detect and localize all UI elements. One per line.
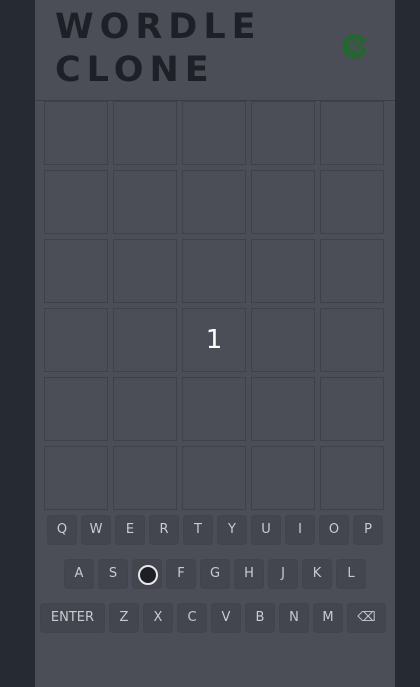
key-w[interactable]: W xyxy=(81,515,111,545)
board-tile xyxy=(44,101,108,165)
reload-icon xyxy=(342,34,366,59)
reload-button[interactable] xyxy=(337,30,371,64)
board-tile xyxy=(320,170,384,234)
game-board: 1 xyxy=(44,101,386,511)
key-h[interactable]: H xyxy=(234,559,264,589)
board-tile xyxy=(113,101,177,165)
title-line-1: WORDLE xyxy=(55,7,262,47)
board-tile xyxy=(182,239,246,303)
game-app: WORDLE CLONE 1 QWERTYUIOPASDFGHJKLENTERZ… xyxy=(35,0,395,687)
header: WORDLE CLONE xyxy=(35,0,395,101)
board-tile xyxy=(251,101,315,165)
board-tile xyxy=(182,446,246,510)
key-r[interactable]: R xyxy=(149,515,179,545)
board-tile xyxy=(320,101,384,165)
board-tile xyxy=(182,170,246,234)
board-tile xyxy=(251,377,315,441)
key-y[interactable]: Y xyxy=(217,515,247,545)
key-v[interactable]: V xyxy=(211,603,241,633)
key-i[interactable]: I xyxy=(285,515,315,545)
key-j[interactable]: J xyxy=(268,559,298,589)
board-tile xyxy=(251,446,315,510)
board-row xyxy=(44,170,386,234)
board-tile: 1 xyxy=(182,308,246,372)
board-tile xyxy=(320,377,384,441)
key-b[interactable]: B xyxy=(245,603,275,633)
board-tile xyxy=(44,239,108,303)
key-e[interactable]: E xyxy=(115,515,145,545)
backspace-key[interactable]: ⌫ xyxy=(347,603,386,633)
board-tile xyxy=(320,446,384,510)
board-tile xyxy=(44,308,108,372)
key-a[interactable]: A xyxy=(64,559,94,589)
board-tile xyxy=(113,170,177,234)
board-row xyxy=(44,377,386,441)
board-tile xyxy=(251,239,315,303)
key-z[interactable]: Z xyxy=(109,603,139,633)
board-row xyxy=(44,239,386,303)
board-tile xyxy=(113,446,177,510)
key-x[interactable]: X xyxy=(143,603,173,633)
key-n[interactable]: N xyxy=(279,603,309,633)
key-k[interactable]: K xyxy=(302,559,332,589)
board-tile xyxy=(44,170,108,234)
key-o[interactable]: O xyxy=(319,515,349,545)
key-m[interactable]: M xyxy=(313,603,343,633)
enter-key[interactable]: ENTER xyxy=(40,603,105,633)
board-row xyxy=(44,101,386,165)
key-u[interactable]: U xyxy=(251,515,281,545)
board-tile xyxy=(44,377,108,441)
key-f[interactable]: F xyxy=(166,559,196,589)
title-line-2: CLONE xyxy=(55,50,215,90)
key-g[interactable]: G xyxy=(200,559,230,589)
key-s[interactable]: S xyxy=(98,559,128,589)
board-tile xyxy=(113,239,177,303)
board-tile xyxy=(44,446,108,510)
board-tile xyxy=(320,239,384,303)
page-title: WORDLE CLONE xyxy=(55,6,262,92)
board-tile xyxy=(113,308,177,372)
board-tile xyxy=(251,308,315,372)
key-q[interactable]: Q xyxy=(47,515,77,545)
board-tile xyxy=(320,308,384,372)
board-row: 1 xyxy=(44,308,386,372)
key-c[interactable]: C xyxy=(177,603,207,633)
board-tile xyxy=(113,377,177,441)
key-p[interactable]: P xyxy=(353,515,383,545)
board-tile xyxy=(182,101,246,165)
board-tile xyxy=(251,170,315,234)
mouse-cursor xyxy=(138,565,158,585)
key-t[interactable]: T xyxy=(183,515,213,545)
key-l[interactable]: L xyxy=(336,559,366,589)
board-tile xyxy=(182,377,246,441)
board-row xyxy=(44,446,386,510)
